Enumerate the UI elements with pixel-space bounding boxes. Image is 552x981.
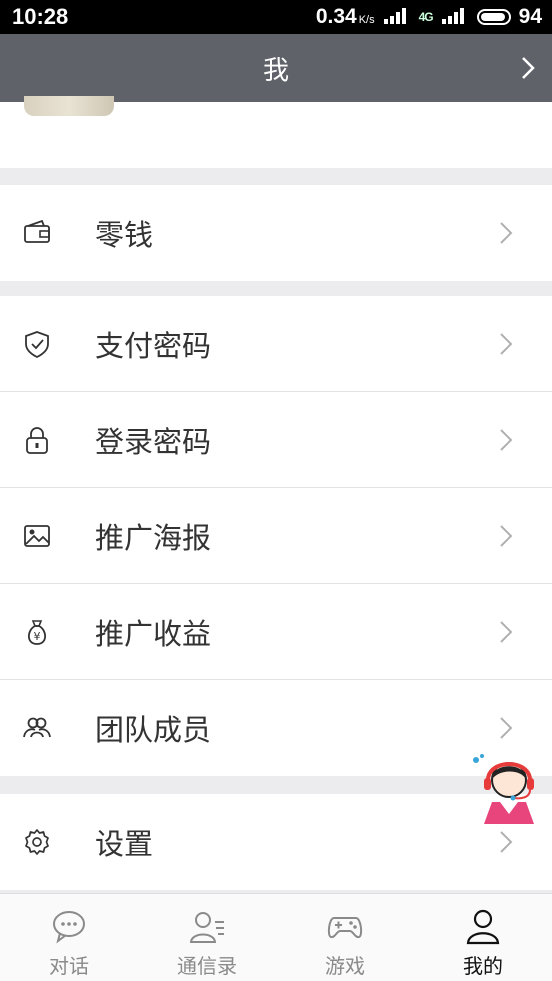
menu-item-promo-earnings[interactable]: ¥ 推广收益 [0,584,552,680]
menu-group-account: 支付密码 登录密码 推广海报 ¥ 推广收益 团队成员 [0,296,552,776]
customer-service-icon[interactable] [470,752,548,830]
chevron-right-icon [500,831,513,853]
profile-card[interactable] [0,96,552,168]
tab-chat[interactable]: 对话 [0,894,138,981]
menu-item-label: 设置 [95,827,154,861]
menu-item-label: 团队成员 [95,713,212,747]
shield-check-icon [25,331,49,359]
tab-games[interactable]: 游戏 [276,894,414,981]
team-icon [23,717,51,738]
chevron-right-icon [500,429,513,451]
page-title: 我 [262,55,289,86]
menu-item-pay-password[interactable]: 支付密码 [0,296,552,392]
bottom-tab-bar: 对话 通信录 游戏 我的 [0,893,552,981]
menu-item-label: 推广海报 [95,520,212,555]
chat-icon [53,911,85,944]
network-speed-value: 0.34 [315,5,357,28]
chevron-right-icon [500,333,513,355]
lock-icon [26,427,48,454]
battery-icon [476,9,511,25]
status-time: 10:28 [12,4,69,29]
image-icon [24,525,50,547]
nav-bar: 我 [0,34,552,102]
signal-icon-2 [441,7,469,28]
wallet-icon [24,219,50,243]
menu-item-label: 零钱 [95,218,154,252]
menu-item-label: 推广收益 [95,616,212,651]
menu-item-login-password[interactable]: 登录密码 [0,392,552,488]
tab-label: 对话 [49,954,89,978]
person-icon [466,909,500,945]
chevron-right-icon[interactable] [514,54,542,82]
menu-item-wallet[interactable]: 零钱 [0,185,552,281]
tab-label: 通信录 [177,954,237,978]
battery-level: 94 [518,5,542,28]
gear-icon [25,829,49,855]
menu-item-label: 支付密码 [95,328,212,363]
chevron-right-icon [500,525,513,547]
network-speed: 0.34 K/s [316,5,375,29]
status-bar: 10:28 0.34 K/s 4G 94 [0,0,552,34]
signal-icon [383,7,411,28]
chevron-right-icon [500,621,513,643]
avatar[interactable] [24,96,114,116]
network-speed-unit: K/s [358,14,375,26]
money-bag-icon: ¥ [27,620,47,645]
tab-me[interactable]: 我的 [414,894,552,981]
signal-4g-label: 4G [418,10,434,24]
menu-group-wallet: 零钱 [0,185,552,281]
tab-contacts[interactable]: 通信录 [138,894,276,981]
chevron-right-icon [500,222,513,244]
svg-text:¥: ¥ [34,630,41,643]
contacts-icon [189,912,224,943]
tab-label: 游戏 [325,954,365,978]
status-right: 0.34 K/s 4G 94 [316,5,542,29]
gamepad-icon [327,917,363,939]
chevron-right-icon [500,717,513,739]
menu-item-label: 登录密码 [95,424,212,459]
menu-item-promo-poster[interactable]: 推广海报 [0,488,552,584]
tab-label: 我的 [463,954,503,978]
